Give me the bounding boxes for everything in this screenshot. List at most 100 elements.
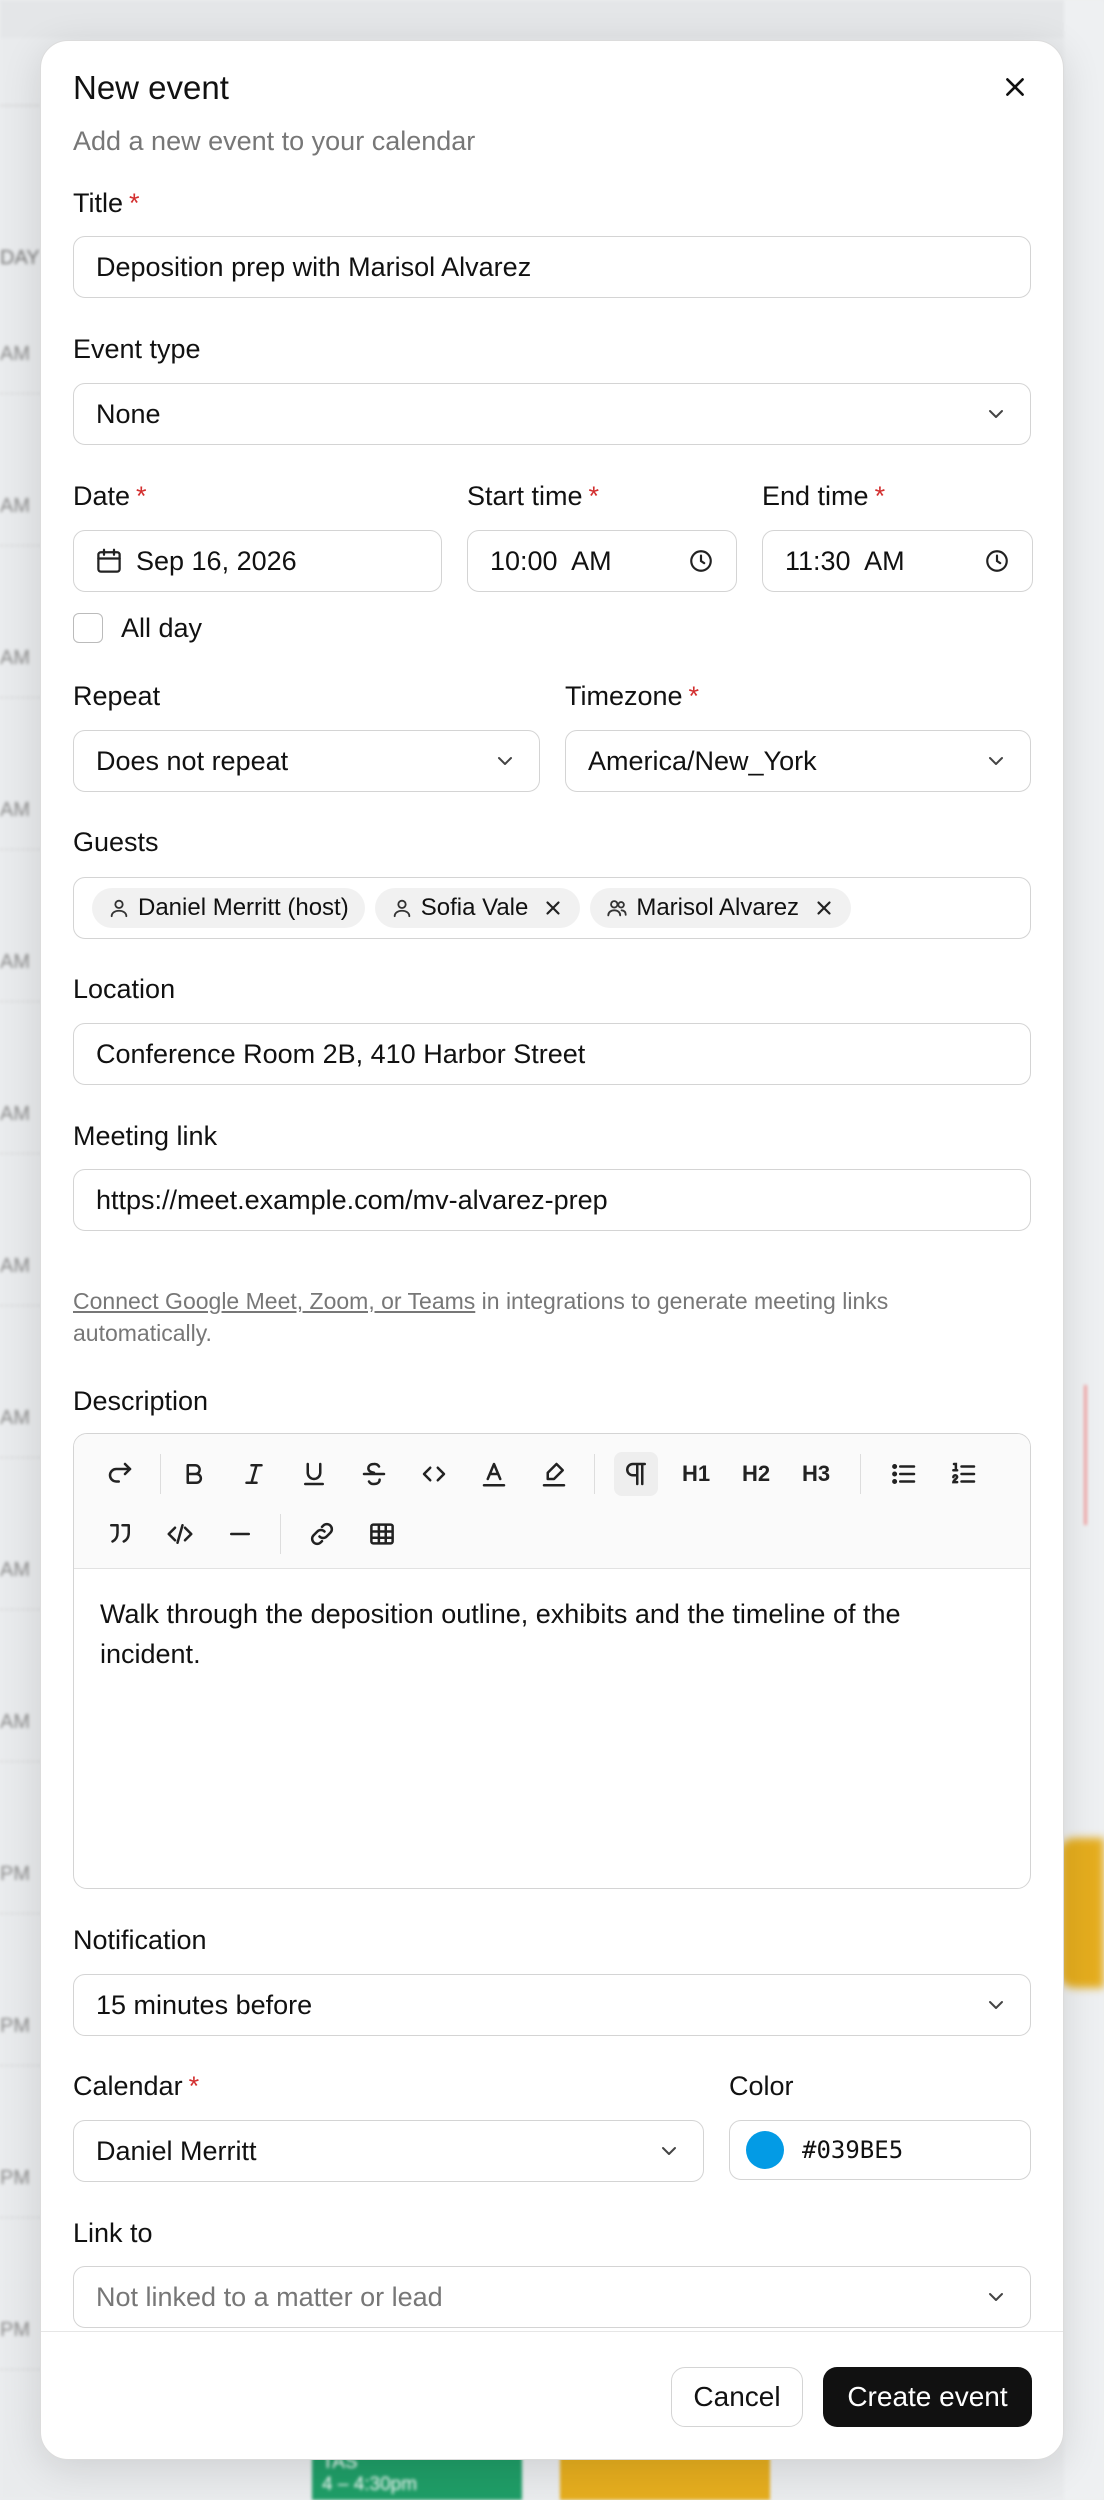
bold-button[interactable] [172, 1452, 216, 1496]
horizontal-rule-button[interactable] [218, 1512, 262, 1556]
meeting-link-input[interactable]: https://meet.example.com/mv-alvarez-prep [73, 1169, 1031, 1231]
code-icon [422, 1466, 446, 1482]
time-slot-label: AM [0, 799, 30, 821]
date-picker[interactable]: Sep 16, 2026 [73, 530, 442, 592]
heading-1-button[interactable]: H1 [674, 1452, 718, 1496]
italic-button[interactable] [232, 1452, 276, 1496]
chevron-down-icon [989, 2001, 1003, 2009]
remove-guest-icon[interactable] [542, 897, 564, 919]
color-label: Color [729, 2071, 794, 2101]
day-column-header: DAY [0, 247, 40, 269]
date-value: Sep 16, 2026 [136, 545, 297, 576]
time-slot-label: PM [0, 1863, 30, 1885]
start-time-input[interactable]: 10:00 AM [467, 530, 737, 592]
new-event-dialog: New event Add a new event to your calend… [40, 40, 1064, 2460]
timezone-select[interactable]: America/New_York [565, 730, 1031, 792]
integrations-link[interactable]: Connect Google Meet, Zoom, or Teams [73, 1288, 475, 1314]
all-day-checkbox[interactable] [73, 613, 103, 643]
guest-chip: Daniel Merritt (host) [92, 888, 365, 928]
ordered-list-button[interactable] [942, 1452, 986, 1496]
guest-chip: Marisol Alvarez [590, 888, 852, 928]
table-icon [370, 1523, 394, 1545]
chevron-down-icon [989, 757, 1003, 765]
time-slot-label: AM [0, 1559, 30, 1581]
quote-icon [110, 1524, 130, 1543]
event-time: 4 – 4:30pm [322, 2474, 418, 2495]
remove-guest-icon[interactable] [813, 897, 835, 919]
event-type-label: Event type [73, 334, 201, 364]
time-slot-line [0, 1153, 40, 1154]
link-button[interactable] [300, 1512, 344, 1556]
guests-label: Guests [73, 827, 159, 857]
guests-input[interactable]: Daniel Merritt (host) Sofia Vale Marisol… [73, 877, 1031, 939]
calendar-right-column [1064, 0, 1104, 2500]
user-icon [393, 899, 410, 918]
notification-select[interactable]: 15 minutes before [73, 1974, 1031, 2036]
user-icon [110, 899, 128, 918]
text-color-button[interactable] [472, 1452, 516, 1496]
highlight-button[interactable] [532, 1452, 576, 1496]
divider [0, 105, 40, 106]
pilcrow-icon [626, 1462, 646, 1486]
code-block-button[interactable] [158, 1512, 202, 1556]
required-mark: * [874, 481, 886, 511]
heading-2-button[interactable]: H2 [734, 1452, 778, 1496]
chevron-down-icon [989, 410, 1003, 418]
redo-button[interactable] [98, 1452, 142, 1496]
color-input[interactable]: #039BE5 [729, 2120, 1031, 2180]
calendar-select[interactable]: Daniel Merritt [73, 2120, 704, 2182]
calendar-event-block[interactable] [1060, 1838, 1104, 1988]
paragraph-button[interactable] [614, 1452, 658, 1496]
strikethrough-button[interactable] [352, 1452, 396, 1496]
meeting-help-text: Connect Google Meet, Zoom, or Teams in i… [73, 1285, 971, 1349]
time-slot-line [0, 2217, 40, 2218]
location-value: Conference Room 2B, 410 Harbor Street [96, 1038, 586, 1069]
description-label: Description [73, 1386, 209, 1416]
date-label: Date * [73, 481, 147, 511]
cancel-button[interactable]: Cancel [671, 2367, 803, 2427]
chevron-down-icon [662, 2147, 676, 2155]
time-slot-line [0, 697, 40, 698]
link-to-select[interactable]: Not linked to a matter or lead [73, 2266, 1031, 2328]
blockquote-button[interactable] [98, 1512, 142, 1556]
end-time-input[interactable]: 11:30 AM [762, 530, 1033, 592]
close-button[interactable] [995, 67, 1035, 107]
all-day-label: All day [121, 613, 203, 643]
required-mark: * [688, 681, 700, 711]
location-input[interactable]: Conference Room 2B, 410 Harbor Street [73, 1023, 1031, 1085]
time-slot-line [0, 1001, 40, 1002]
text-color-icon [482, 1462, 506, 1487]
highlighter-icon [542, 1462, 566, 1487]
heading-3-button[interactable]: H3 [794, 1452, 838, 1496]
required-mark: * [129, 188, 140, 218]
current-time-marker [1084, 1385, 1104, 1525]
link-to-placeholder: Not linked to a matter or lead [96, 2281, 443, 2312]
repeat-select[interactable]: Does not repeat [73, 730, 540, 792]
chevron-down-icon [989, 2293, 1003, 2301]
create-event-button[interactable]: Create event [823, 2367, 1032, 2427]
dialog-footer: Cancel Create event [41, 2331, 1063, 2459]
clock-icon [690, 550, 712, 572]
color-swatch[interactable] [746, 2131, 784, 2169]
clock-icon [986, 550, 1008, 572]
horizontal-rule-icon [230, 1532, 250, 1536]
meeting-link-value: https://meet.example.com/mv-alvarez-prep [96, 1184, 608, 1215]
table-button[interactable] [360, 1512, 404, 1556]
title-input[interactable]: Deposition prep with Marisol Alvarez [73, 236, 1031, 298]
event-type-select[interactable]: None [73, 383, 1031, 445]
end-time-value: 11:30 AM [785, 545, 905, 576]
time-slot-label: AM [0, 495, 30, 517]
bold-icon [186, 1464, 203, 1484]
underline-button[interactable] [292, 1452, 336, 1496]
time-slot-label: AM [0, 951, 30, 973]
bullet-list-button[interactable] [882, 1452, 926, 1496]
time-slot-label: AM [0, 647, 30, 669]
notification-label: Notification [73, 1925, 207, 1955]
dialog-title: New event [73, 69, 229, 106]
link-icon [310, 1522, 334, 1546]
code-button[interactable] [412, 1452, 456, 1496]
toolbar-divider [160, 1454, 161, 1494]
description-editor[interactable]: H1 H2 H3 Walk through the deposition out… [73, 1433, 1031, 1889]
location-label: Location [73, 974, 176, 1004]
title-input-value: Deposition prep with Marisol Alvarez [96, 251, 532, 282]
